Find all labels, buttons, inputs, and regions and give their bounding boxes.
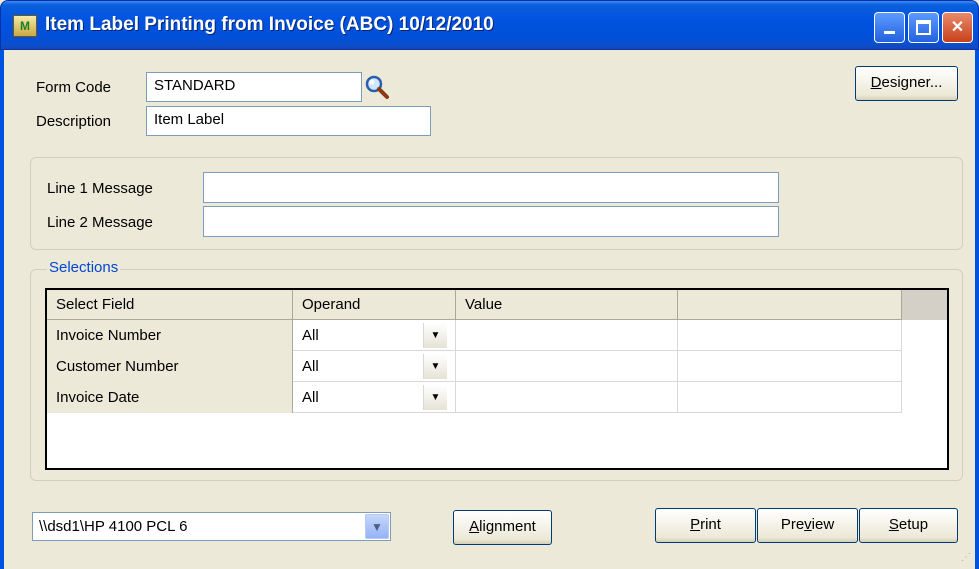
extra-cell[interactable] [678, 351, 902, 382]
print-label: rint [700, 516, 721, 533]
column-header-blank[interactable] [678, 290, 902, 320]
value-cell[interactable] [456, 382, 678, 413]
line1-message-label: Line 1 Message [47, 180, 153, 197]
operand-cell[interactable]: All ▼ [293, 351, 456, 382]
alignment-accel: A [469, 518, 480, 535]
column-header-select-field[interactable]: Select Field [47, 290, 293, 320]
print-button[interactable]: Print [655, 508, 756, 543]
minimize-icon [884, 31, 895, 34]
maximize-button[interactable] [908, 12, 939, 43]
alignment-label: lignment [479, 518, 536, 535]
table-row[interactable]: Invoice Date All ▼ [47, 382, 902, 413]
extra-cell[interactable] [678, 320, 902, 351]
extra-cell[interactable] [678, 382, 902, 413]
select-field-cell: Invoice Number [47, 320, 293, 351]
grid-header: Select Field Operand Value [47, 290, 947, 320]
select-field-cell: Invoice Date [47, 382, 293, 413]
printer-select[interactable]: \\dsd1\HP 4100 PCL 6 ▼ [32, 512, 391, 541]
description-input[interactable]: Item Label [146, 106, 431, 136]
setup-label: etup [898, 516, 929, 533]
operand-cell[interactable]: All ▼ [293, 320, 456, 351]
column-header-operand[interactable]: Operand [293, 290, 456, 320]
select-field-cell: Customer Number [47, 351, 293, 382]
column-header-value[interactable]: Value [456, 290, 678, 320]
operand-value: All [302, 358, 319, 375]
chevron-down-icon[interactable]: ▼ [423, 323, 447, 348]
preview-label-rest: iew [811, 516, 835, 533]
title-bar[interactable]: M Item Label Printing from Invoice (ABC)… [0, 0, 979, 50]
resize-grip-icon[interactable]: ⋰ [961, 553, 971, 563]
minimize-button[interactable] [874, 12, 905, 43]
close-button[interactable]: ✕ [942, 12, 973, 43]
alignment-button[interactable]: Alignment [453, 510, 552, 545]
operand-value: All [302, 327, 319, 344]
chevron-down-icon[interactable]: ▼ [365, 514, 389, 539]
designer-label: esigner... [881, 74, 943, 91]
operand-cell[interactable]: All ▼ [293, 382, 456, 413]
form-code-input[interactable]: STANDARD [146, 72, 362, 102]
table-row[interactable]: Customer Number All ▼ [47, 351, 902, 382]
preview-label-pre: Pre [780, 516, 805, 533]
preview-accel: v [804, 516, 812, 533]
operand-value: All [302, 389, 319, 406]
designer-button[interactable]: Designer... [855, 66, 958, 101]
line2-message-label: Line 2 Message [47, 214, 153, 231]
description-label: Description [36, 113, 112, 130]
preview-button[interactable]: Preview [757, 508, 858, 543]
chevron-down-icon[interactable]: ▼ [423, 354, 447, 379]
grid-header-filler [902, 290, 947, 320]
window-frame-right [975, 50, 979, 569]
selections-group-label: Selections [47, 259, 121, 276]
form-code-label: Form Code [36, 79, 112, 96]
print-accel: P [690, 516, 701, 533]
selections-grid[interactable]: Select Field Operand Value Invoice Numbe… [45, 288, 949, 470]
close-icon: ✕ [950, 19, 965, 36]
app-icon[interactable]: M [13, 15, 37, 37]
search-icon[interactable] [364, 74, 390, 100]
value-cell[interactable] [456, 351, 678, 382]
chevron-down-icon[interactable]: ▼ [423, 385, 447, 410]
maximize-icon [916, 20, 931, 35]
window-frame-left [0, 50, 4, 569]
line2-message-input[interactable] [203, 206, 779, 237]
designer-accel: D [870, 74, 882, 91]
line1-message-input[interactable] [203, 172, 779, 203]
window-title: Item Label Printing from Invoice (ABC) 1… [45, 14, 494, 35]
setup-button[interactable]: Setup [859, 508, 958, 543]
setup-accel: S [888, 516, 899, 533]
value-cell[interactable] [456, 320, 678, 351]
printer-value: \\dsd1\HP 4100 PCL 6 [39, 518, 188, 535]
table-row[interactable]: Invoice Number All ▼ [47, 320, 902, 351]
